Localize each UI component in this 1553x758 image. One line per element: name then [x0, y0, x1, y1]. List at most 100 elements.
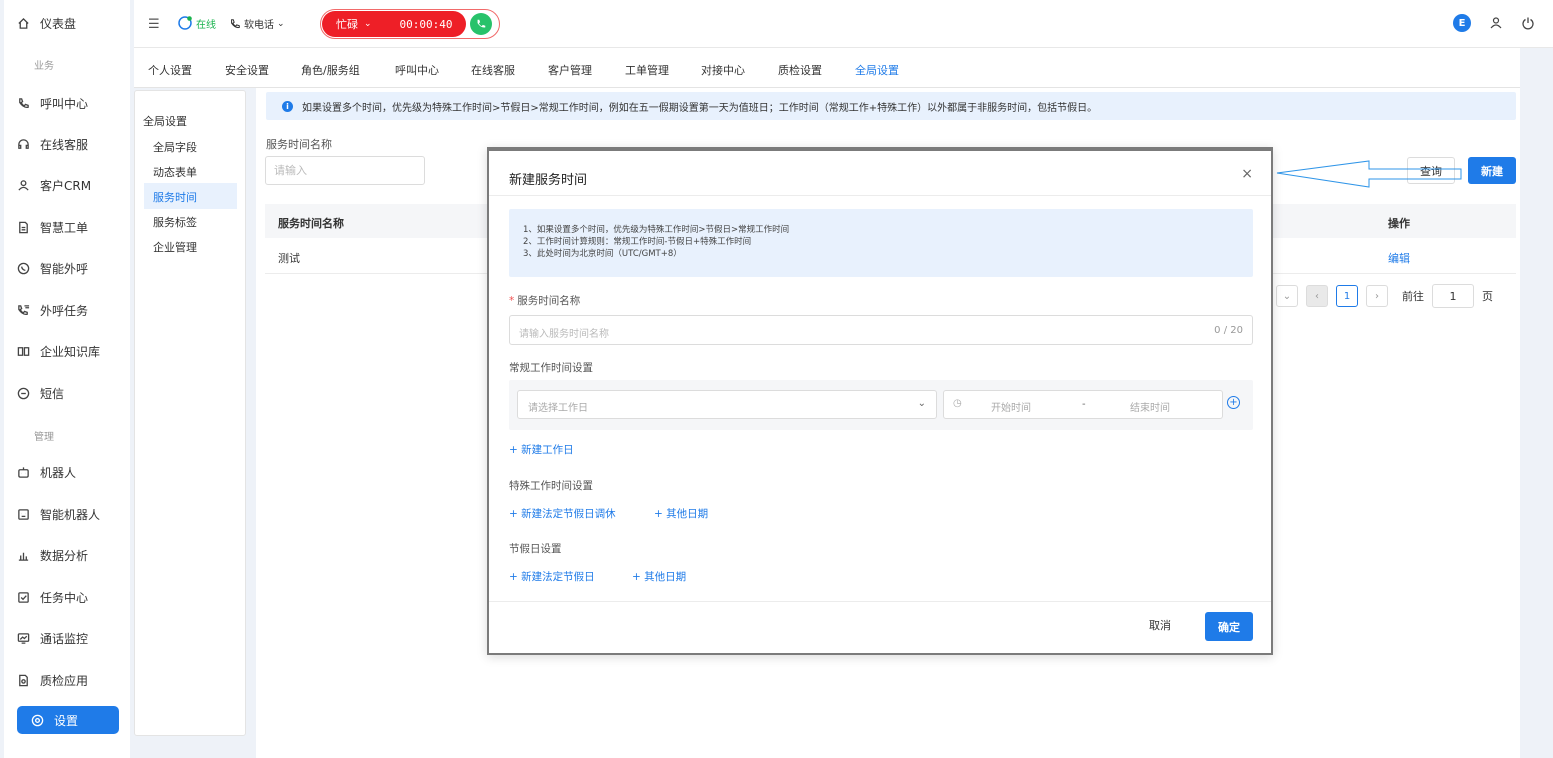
call-button[interactable]	[470, 13, 492, 35]
sidebar-item-label: 呼叫中心	[40, 96, 89, 111]
sidebar-section-business: 业务	[34, 61, 54, 72]
phone-icon	[231, 18, 240, 28]
close-icon[interactable]: ×	[1241, 166, 1253, 182]
avatar[interactable]: E	[1453, 14, 1471, 32]
subnav-item-service-tags[interactable]: 服务标签	[153, 214, 197, 230]
sidebar-item-label: 数据分析	[40, 548, 89, 563]
chevron-down-icon: ⌄	[364, 19, 372, 29]
subnav-item-enterprise[interactable]: 企业管理	[153, 239, 197, 255]
service-time-name-input[interactable]: 请输入服务时间名称 0 / 20	[509, 315, 1253, 345]
sidebar-item-call-monitor[interactable]: 通话监控	[16, 627, 88, 649]
note-line: 3、此处时间为北京时间（UTC/GMT+8）	[523, 249, 682, 259]
row-name: 测试	[278, 252, 300, 265]
column-header-name: 服务时间名称	[278, 217, 344, 230]
start-time: 开始时间	[991, 403, 1031, 414]
sidebar-item-task-center[interactable]: 任务中心	[16, 586, 88, 608]
subnav-title: 全局设置	[143, 115, 187, 128]
tab-integration[interactable]: 对接中心	[701, 62, 745, 78]
special-time-label: 特殊工作时间设置	[509, 480, 593, 492]
divider	[489, 601, 1271, 602]
add-time-icon[interactable]: +	[1227, 396, 1240, 409]
add-holiday-link[interactable]: + 新建法定节假日	[509, 569, 595, 584]
monitor-icon	[16, 631, 30, 645]
char-counter: 0 / 20	[1214, 325, 1243, 336]
search-label: 服务时间名称	[266, 138, 332, 151]
tab-call-center[interactable]: 呼叫中心	[395, 62, 439, 78]
whatsapp-icon	[16, 261, 30, 275]
sidebar-item-online-service[interactable]: 在线客服	[16, 133, 88, 155]
softphone-dropdown[interactable]: 软电话 ⌄	[229, 16, 285, 31]
tab-online-service[interactable]: 在线客服	[471, 62, 515, 78]
subnav-item-global-fields[interactable]: 全局字段	[153, 139, 197, 155]
cancel-button[interactable]: 取消	[1149, 617, 1171, 633]
page-size-select[interactable]: ⌄	[1276, 285, 1298, 307]
sidebar-item-call-center[interactable]: 呼叫中心	[16, 92, 88, 114]
subnav-item-service-time[interactable]: 服务时间	[153, 189, 197, 205]
agent-status[interactable]: 在线	[177, 15, 216, 31]
goto-page-input[interactable]: 1	[1432, 284, 1474, 308]
header-actions: E	[1453, 14, 1535, 32]
search-input[interactable]	[265, 156, 425, 185]
sidebar-item-robot[interactable]: 机器人	[16, 461, 76, 483]
tab-security[interactable]: 安全设置	[225, 62, 269, 78]
settings-icon	[31, 714, 44, 727]
sidebar-item-label: 智慧工单	[40, 220, 89, 235]
call-timer: 00:00:40	[399, 17, 453, 31]
user-icon[interactable]	[1489, 16, 1503, 30]
busy-status-dropdown[interactable]: 忙碌 ⌄ 00:00:40	[322, 11, 466, 37]
robot-icon	[16, 465, 30, 479]
page-current[interactable]: 1	[1336, 285, 1358, 307]
time-separator: -	[1082, 399, 1086, 410]
tab-customer[interactable]: 客户管理	[548, 62, 592, 78]
add-workday-link[interactable]: + 新建工作日	[509, 442, 574, 457]
busy-status-pill: 忙碌 ⌄ 00:00:40	[320, 9, 500, 39]
add-holiday-shift-link[interactable]: + 新建法定节假日调休	[509, 506, 616, 521]
name-field-label: * 服务时间名称	[509, 293, 580, 308]
sidebar-item-settings[interactable]: 设置	[17, 706, 119, 734]
note-line: 2、工作时间计算规则：常规工作时间-节假日+特殊工作时间	[523, 237, 752, 247]
dialog-title: 新建服务时间	[509, 173, 588, 188]
sidebar-item-data-analysis[interactable]: 数据分析	[16, 544, 88, 566]
sidebar-item-knowledge-base[interactable]: 企业知识库	[16, 340, 100, 362]
end-time: 结束时间	[1130, 403, 1170, 414]
new-button[interactable]: 新建	[1468, 157, 1516, 184]
workday-select[interactable]: 请选择工作日 ⌄	[517, 390, 937, 419]
sidebar-item-crm[interactable]: 客户CRM	[16, 174, 91, 196]
page-suffix: 页	[1482, 290, 1493, 303]
sidebar-item-label: 机器人	[40, 465, 77, 480]
prev-page-button[interactable]: ‹	[1306, 285, 1328, 307]
sidebar-item-smart-outbound[interactable]: 智能外呼	[16, 257, 88, 279]
sidebar-item-outbound-task[interactable]: 外呼任务	[16, 299, 88, 321]
tab-personal[interactable]: 个人设置	[148, 62, 192, 78]
sidebar-item-inspection[interactable]: 质检应用	[16, 669, 88, 691]
chart-icon	[16, 548, 30, 562]
column-header-action: 操作	[1388, 217, 1410, 230]
clock-icon: ◷	[953, 398, 962, 409]
settings-tabs: 个人设置 安全设置 角色/服务组 呼叫中心 在线客服 客户管理 工单管理 对接中…	[134, 48, 1520, 88]
sidebar-item-ticket[interactable]: 智慧工单	[16, 216, 88, 238]
task-icon	[16, 590, 30, 604]
power-icon[interactable]	[1521, 16, 1535, 30]
sidebar-item-dashboard[interactable]: 仪表盘	[16, 12, 76, 34]
tab-roles[interactable]: 角色/服务组	[301, 62, 360, 78]
sidebar-item-label: 短信	[40, 386, 65, 401]
name-label-text: 服务时间名称	[517, 295, 581, 307]
sidebar-item-smart-robot[interactable]: 智能机器人	[16, 503, 100, 525]
edit-link[interactable]: 编辑	[1388, 250, 1410, 266]
sidebar-item-sms[interactable]: 短信	[16, 382, 64, 404]
menu-collapse-icon[interactable]: ☰	[148, 17, 160, 32]
confirm-button[interactable]: 确定	[1205, 612, 1253, 641]
status-label: 在线	[196, 19, 216, 31]
sidebar-item-label: 智能机器人	[40, 507, 101, 522]
info-banner-text: 如果设置多个时间，优先级为特殊工作时间>节假日>常规工作时间，例如在五一假期设置…	[302, 102, 1098, 114]
time-range-picker[interactable]: ◷ 开始时间 - 结束时间	[943, 390, 1223, 419]
tab-ticket[interactable]: 工单管理	[625, 62, 669, 78]
add-other-date-link[interactable]: + 其他日期	[654, 506, 708, 521]
tab-quality[interactable]: 质检设置	[778, 62, 822, 78]
phone-list-icon	[16, 303, 30, 317]
tab-global[interactable]: 全局设置	[855, 62, 899, 78]
sms-icon	[16, 386, 30, 400]
subnav-item-dynamic-form[interactable]: 动态表单	[153, 164, 197, 180]
next-page-button[interactable]: ›	[1366, 285, 1388, 307]
add-other-holiday-date-link[interactable]: + 其他日期	[632, 569, 686, 584]
